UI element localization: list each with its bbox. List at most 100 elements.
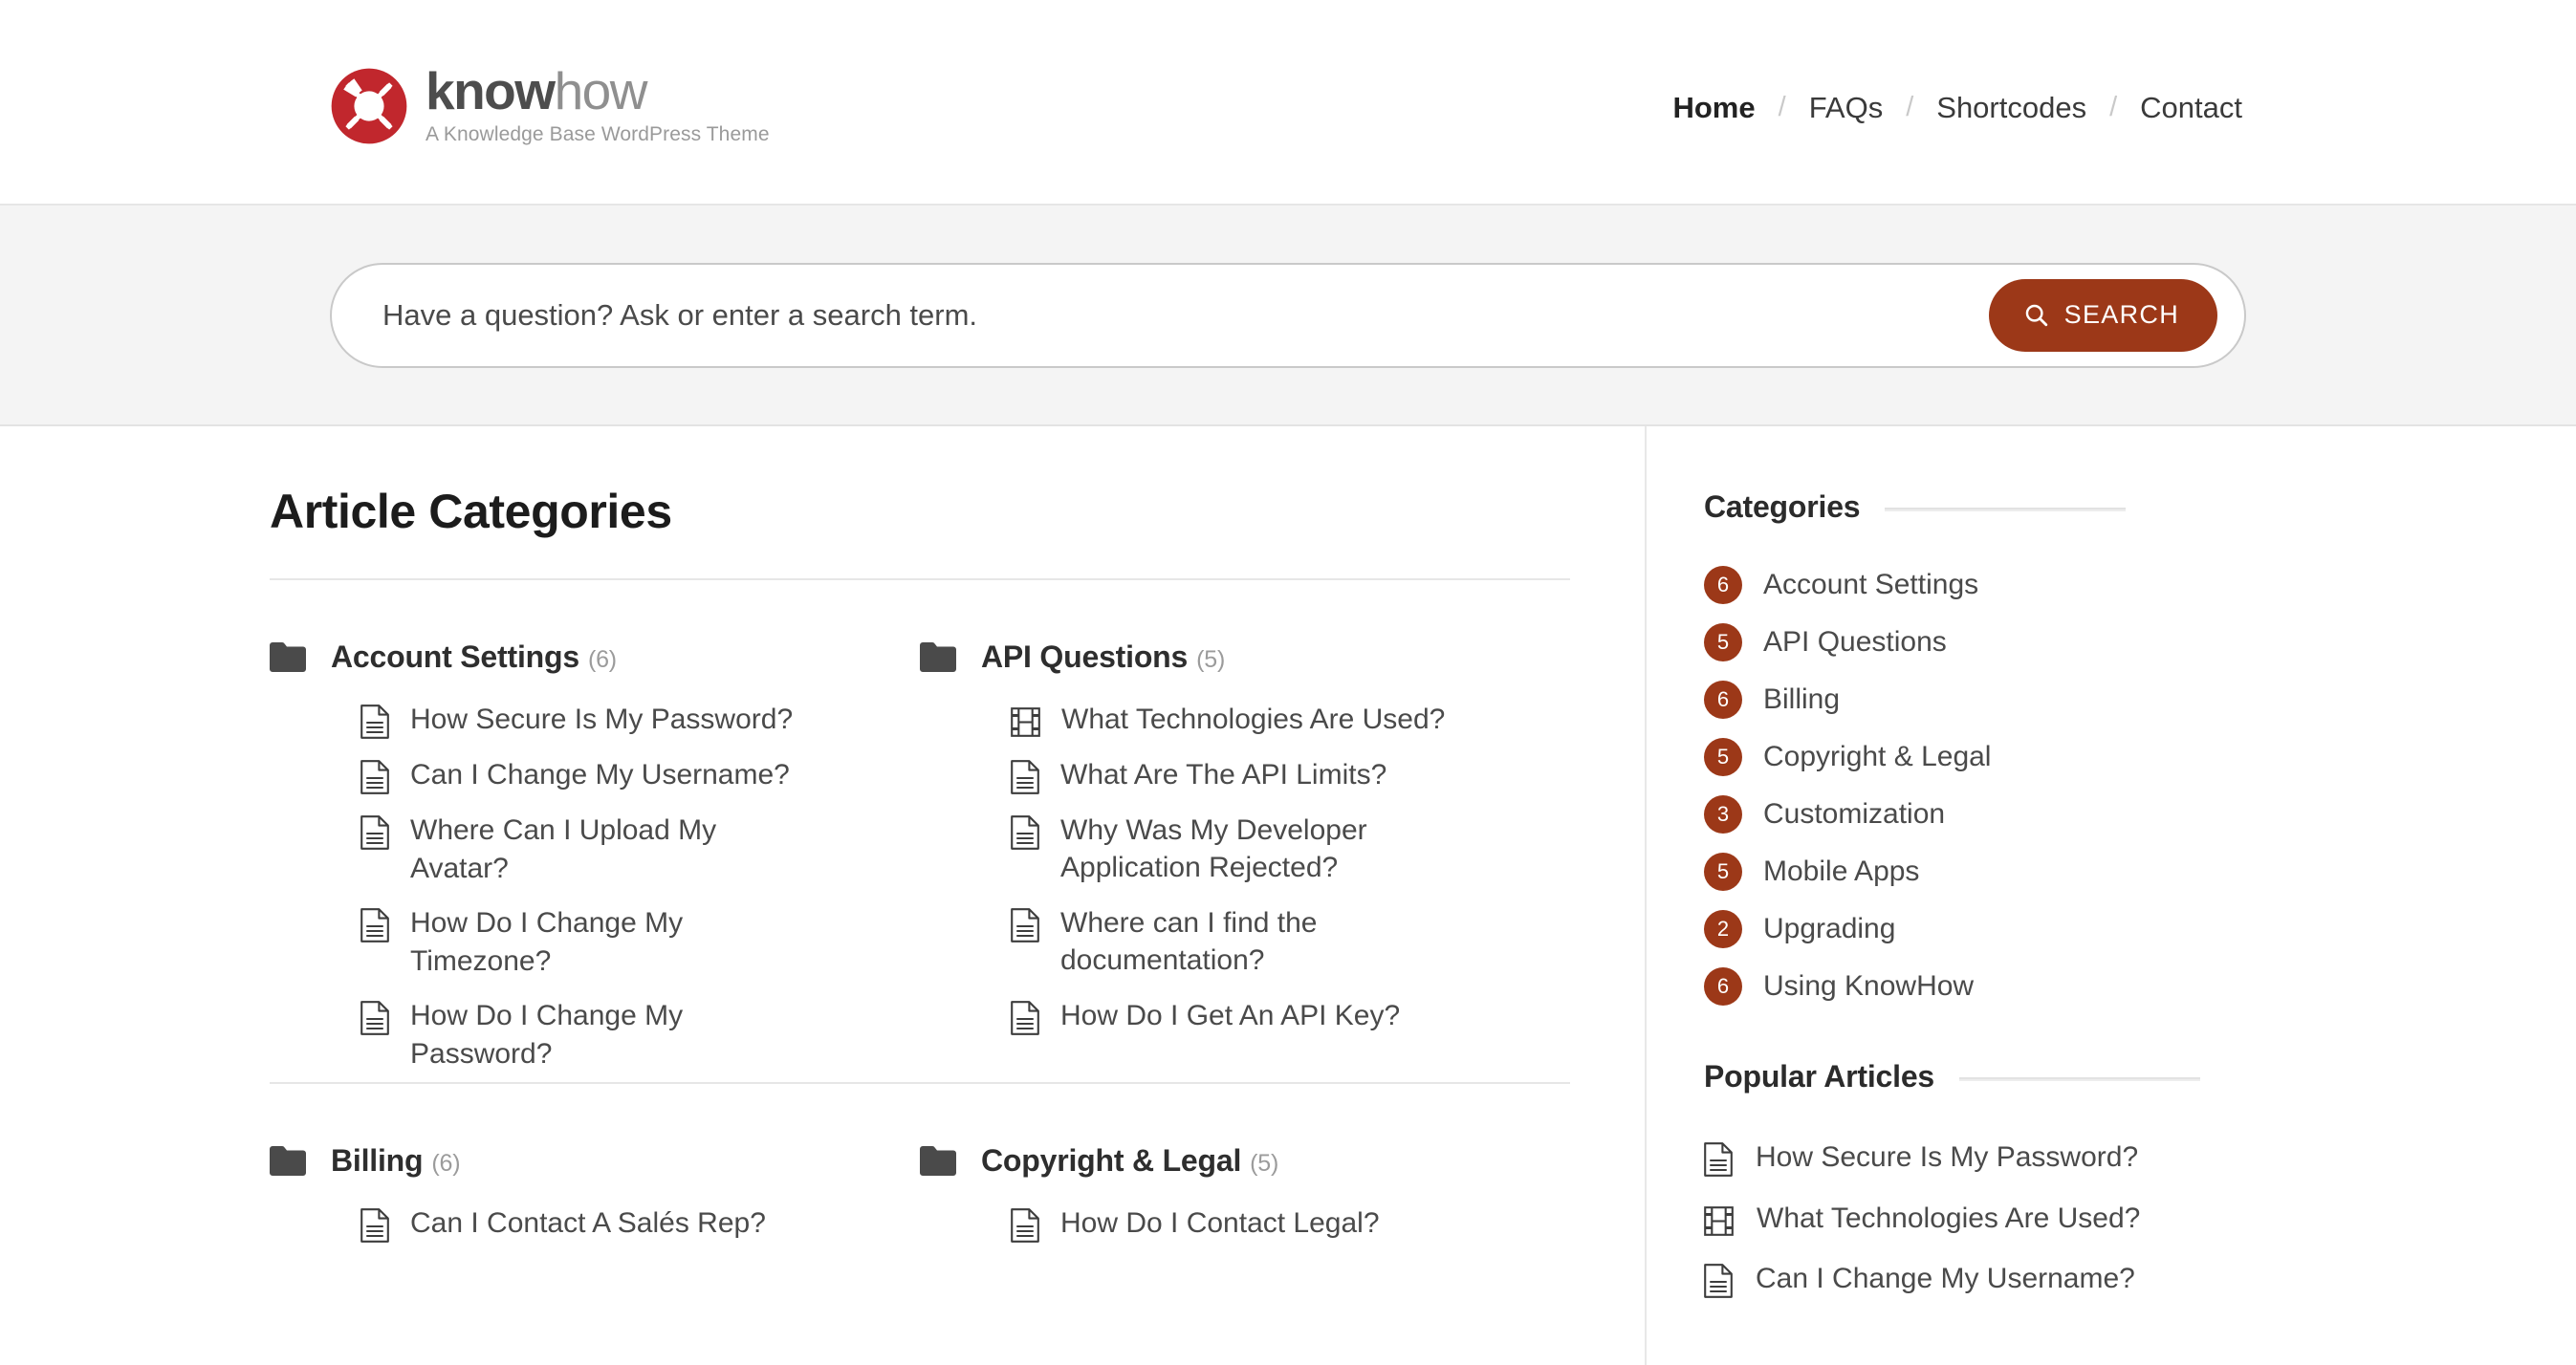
category-title[interactable]: Copyright & Legal (5): [981, 1143, 1278, 1179]
sidebar-category-item: 5 Copyright & Legal: [1704, 728, 2576, 786]
sidebar-category-item: 6 Billing: [1704, 671, 2576, 728]
sidebar-category-item: 6 Using KnowHow: [1704, 958, 2576, 1015]
popular-article-link[interactable]: Can I Change My Username?: [1756, 1260, 2135, 1297]
document-icon: [1011, 1207, 1039, 1243]
document-icon: [360, 704, 389, 739]
document-icon: [360, 1207, 389, 1243]
count-badge: 5: [1704, 623, 1742, 661]
main-navigation: Home / FAQs / Shortcodes / Contact: [1672, 91, 2246, 125]
popular-article-link[interactable]: How Secure Is My Password?: [1756, 1138, 2138, 1176]
sidebar-category-item: 2 Upgrading: [1704, 900, 2576, 958]
sidebar-category-item: 5 Mobile Apps: [1704, 843, 2576, 900]
popular-article-item: Can I Change My Username?: [1704, 1248, 2576, 1310]
category-title[interactable]: Account Settings (6): [331, 639, 617, 675]
article-link[interactable]: What Technologies Are Used?: [1061, 701, 1445, 739]
nav-item-contact[interactable]: Contact: [2140, 91, 2242, 125]
article-link[interactable]: How Do I Change My Password?: [410, 997, 812, 1072]
sidebar-category-link[interactable]: API Questions: [1763, 626, 1947, 659]
article-item: Can I Contact A Salés Rep?: [360, 1196, 882, 1251]
popular-article-link[interactable]: What Technologies Are Used?: [1757, 1200, 2140, 1237]
folder-icon: [920, 1145, 956, 1176]
category-count: (6): [431, 1149, 461, 1177]
search-button[interactable]: SEARCH: [1988, 278, 2217, 352]
article-item: How Do I Change My Password?: [360, 988, 882, 1081]
document-icon: [360, 1001, 389, 1036]
nav-item-faqs[interactable]: FAQs: [1809, 91, 1884, 125]
sidebar-category-item: 3 Customization: [1704, 786, 2576, 843]
sidebar: Categories 6 Account Settings 5 API Ques…: [1647, 426, 2576, 1365]
count-badge: 5: [1704, 738, 1742, 776]
count-badge: 6: [1704, 566, 1742, 604]
nav-separator: /: [1906, 92, 1914, 122]
widget-divider: [1959, 1076, 2201, 1081]
search-band: SEARCH: [0, 204, 2576, 426]
logo-wordmark: knowhow: [426, 65, 770, 118]
site-header: knowhow A Knowledge Base WordPress Theme…: [0, 0, 2576, 204]
site-logo[interactable]: knowhow A Knowledge Base WordPress Theme: [330, 65, 770, 146]
sidebar-category-list: 6 Account Settings 5 API Questions 6 Bil…: [1704, 556, 2576, 1015]
folder-icon: [270, 642, 306, 672]
search-form: SEARCH: [330, 262, 2246, 368]
sidebar-category-link[interactable]: Billing: [1763, 683, 1840, 716]
categories-widget: Categories 6 Account Settings 5 API Ques…: [1704, 489, 2576, 1015]
sidebar-category-link[interactable]: Mobile Apps: [1763, 856, 1919, 888]
main-content: Article Categories Account Settings(6): [0, 426, 1647, 1365]
article-link[interactable]: How Do I Get An API Key?: [1060, 997, 1400, 1035]
nav-item-shortcodes[interactable]: Shortcodes: [1936, 91, 2086, 125]
article-item: Can I Change My Username?: [360, 748, 882, 803]
article-link[interactable]: Can I Change My Username?: [410, 756, 790, 794]
article-item: How Do I Contact Legal?: [1011, 1196, 1532, 1251]
popular-article-list: How Secure Is My Password? What Technolo…: [1704, 1127, 2576, 1310]
article-item: How Secure Is My Password?: [360, 692, 882, 748]
article-link[interactable]: How Do I Contact Legal?: [1060, 1204, 1380, 1243]
sidebar-category-link[interactable]: Using KnowHow: [1763, 970, 1974, 1003]
article-list: How Do I Contact Legal?: [920, 1196, 1532, 1251]
lifebuoy-icon: [331, 68, 407, 143]
article-link[interactable]: Where Can I Upload My Avatar?: [410, 812, 812, 887]
category-block-account-settings: Account Settings (6) How Secure Is My Pa…: [270, 580, 920, 1082]
category-block-billing: Billing (6) Can I Contact A Salés Rep?: [270, 1084, 920, 1251]
article-link[interactable]: Can I Contact A Salés Rep?: [410, 1204, 766, 1243]
page-title: Article Categories: [270, 485, 672, 538]
folder-icon: [920, 642, 956, 672]
category-count: (5): [1250, 1149, 1279, 1177]
sidebar-category-item: 6 Account Settings: [1704, 556, 2576, 614]
article-item: How Do I Get An API Key?: [1011, 988, 1532, 1044]
category-row: Billing (6) Can I Contact A Salés Rep? C…: [270, 1084, 1570, 1251]
article-list: Can I Contact A Salés Rep?: [270, 1196, 882, 1251]
article-link[interactable]: How Secure Is My Password?: [410, 701, 793, 739]
search-button-label: SEARCH: [2063, 300, 2179, 329]
category-row: Account Settings (6) How Secure Is My Pa…: [270, 580, 1570, 1082]
sidebar-category-link[interactable]: Customization: [1763, 798, 1945, 831]
category-block-copyright-legal: Copyright & Legal (5) How Do I Contact L…: [920, 1084, 1570, 1251]
category-title[interactable]: API Questions (5): [981, 639, 1225, 675]
sidebar-category-item: 5 API Questions: [1704, 614, 2576, 671]
article-link[interactable]: Where can I find the documentation?: [1060, 904, 1462, 980]
sidebar-category-link[interactable]: Upgrading: [1763, 913, 1895, 945]
widget-divider: [1885, 507, 2127, 511]
article-list: What Technologies Are Used? What Are The…: [920, 692, 1532, 1044]
category-title[interactable]: Billing (6): [331, 1143, 461, 1179]
sidebar-category-link[interactable]: Copyright & Legal: [1763, 741, 1991, 773]
nav-item-home[interactable]: Home: [1672, 91, 1755, 125]
sidebar-category-link[interactable]: Account Settings: [1763, 569, 1978, 601]
nav-separator: /: [2109, 92, 2118, 122]
article-link[interactable]: What Are The API Limits?: [1060, 756, 1386, 794]
logo-word-light: how: [554, 61, 648, 120]
category-count: (6): [587, 646, 617, 673]
article-item: Where can I find the documentation?: [1011, 896, 1532, 988]
article-link[interactable]: How Do I Change My Timezone?: [410, 904, 812, 980]
search-input[interactable]: [332, 264, 1910, 366]
popular-article-item: What Technologies Are Used?: [1704, 1188, 2576, 1248]
document-icon: [1011, 907, 1039, 942]
popular-article-item: How Secure Is My Password?: [1704, 1127, 2576, 1188]
category-block-api-questions: API Questions (5) What Technologies Are …: [920, 580, 1570, 1082]
document-icon: [360, 908, 389, 943]
article-item: How Do I Change My Timezone?: [360, 896, 882, 988]
article-link[interactable]: Why Was My Developer Application Rejecte…: [1060, 812, 1462, 887]
search-icon: [2025, 304, 2047, 326]
logo-word-bold: know: [426, 61, 556, 120]
article-item: What Are The API Limits?: [1011, 748, 1532, 803]
document-icon: [360, 815, 389, 850]
widget-title-categories: Categories: [1704, 489, 1861, 524]
